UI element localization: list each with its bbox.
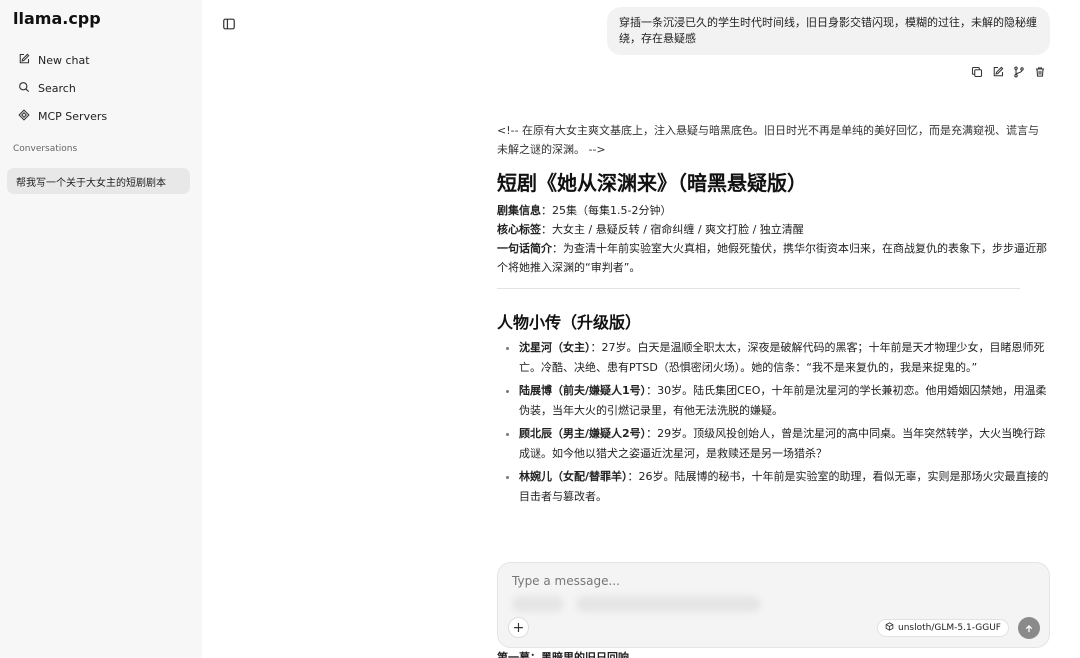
message-actions [971,63,1046,78]
assistant-title: 短剧《她从深渊来》（暗黑悬疑版） [497,171,807,195]
model-name: unsloth/GLM-5.1-GGUF [898,623,1001,633]
edit-icon [18,53,30,68]
meta-label: 剧集信息 [497,204,541,217]
meta-label: 一句话简介 [497,242,552,255]
character-name: 顾北辰（男主/嫌疑人2号） [519,427,647,440]
new-chat-button[interactable]: New chat [12,46,190,74]
send-button[interactable] [1018,617,1040,639]
mcp-servers-button[interactable]: MCP Servers [12,102,190,130]
series-meta: 剧集信息：25集（每集1.5-2分钟） 核心标签：大女主 / 悬疑反转 / 宿命… [497,201,1050,277]
conversation-item[interactable]: 帮我写一个关于大女主的短剧剧本 [7,168,190,194]
list-item: 顾北辰（男主/嫌疑人2号）：29岁。顶级风投创始人，曾是沈星河的高中同桌。当年突… [497,424,1050,464]
copy-icon[interactable] [971,63,983,78]
user-message-bubble: 穿插一条沉浸已久的学生时代时间线，旧日身影交错闪现，模糊的过往，未解的隐秘缠绕，… [607,7,1050,55]
character-name: 陆展博（前夫/嫌疑人1号） [519,384,647,397]
partially-visible-heading: 第一幕：黑暗里的旧日回响 [497,651,629,658]
list-item: 林婉儿（女配/替罪羊）：26岁。陆展博的秘书，十年前是实验室的助理，看似无辜，实… [497,467,1050,507]
list-item: 沈星河（女主）：27岁。白天是温顺全职太太，深夜是破解代码的黑客；十年前是天才物… [497,338,1050,378]
app-title: llama.cpp [13,9,101,28]
attach-button[interactable]: + [508,617,529,638]
message-input[interactable] [512,574,1032,588]
search-icon [18,81,30,96]
sidebar: llama.cpp New chat Search MCP Servers Co… [0,0,202,658]
branch-icon[interactable] [1013,63,1025,78]
mcp-servers-label: MCP Servers [38,109,108,123]
meta-line: 一句话简介：为查清十年前实验室大火真相，她假死蛰伏，携华尔街资本归来，在商战复仇… [497,239,1050,277]
meta-label: 核心标签 [497,223,541,236]
character-list: 沈星河（女主）：27岁。白天是温顺全职太太，深夜是破解代码的黑客；十年前是天才物… [497,338,1050,507]
edit-icon[interactable] [992,63,1004,77]
conversations-section-label: Conversations [13,144,78,154]
message-composer: + unsloth/GLM-5.1-GGUF [497,562,1050,648]
divider [497,288,1020,289]
chat-area: 穿插一条沉浸已久的学生时代时间线，旧日身影交错闪现，模糊的过往，未解的隐秘缠绕，… [497,0,1050,658]
meta-line: 剧集信息：25集（每集1.5-2分钟） [497,201,1050,220]
meta-value: ：25集（每集1.5-2分钟） [541,204,672,217]
character-name: 林婉儿（女配/替罪羊） [519,470,628,483]
sidebar-panel-icon [222,16,236,35]
blurred-placeholder [576,596,761,612]
trash-icon[interactable] [1034,63,1046,77]
search-button[interactable]: Search [12,74,190,102]
list-item: 陆展博（前夫/嫌疑人1号）：30岁。陆氏集团CEO，十年前是沈星河的学长兼初恋。… [497,381,1050,421]
assistant-comment: <!-- 在原有大女主爽文基底上，注入悬疑与暗黑底色。旧日时光不再是单纯的美好回… [497,124,1040,156]
character-name: 沈星河（女主） [519,341,591,354]
sidebar-toggle-button[interactable] [222,16,236,30]
assistant-message: <!-- 在原有大女主爽文基底上，注入悬疑与暗黑底色。旧日时光不再是单纯的美好回… [497,121,1050,510]
meta-value: ：为查清十年前实验室大火真相，她假死蛰伏，携华尔街资本归来，在商战复仇的表象下，… [497,242,1047,274]
mcp-icon [18,108,30,124]
section-title: 人物小传（升级版） [497,313,642,332]
cube-icon [885,622,894,634]
blurred-placeholder [512,596,564,612]
search-label: Search [38,81,76,95]
new-chat-label: New chat [38,53,90,67]
meta-value: ：大女主 / 悬疑反转 / 宿命纠缠 / 爽文打脸 / 独立清醒 [541,223,804,236]
character-desc: ：27岁。白天是温顺全职太太，深夜是破解代码的黑客；十年前是天才物理少女，目睹恩… [519,341,1045,374]
meta-line: 核心标签：大女主 / 悬疑反转 / 宿命纠缠 / 爽文打脸 / 独立清醒 [497,220,1050,239]
arrow-up-icon [1024,619,1034,638]
model-selector[interactable]: unsloth/GLM-5.1-GGUF [877,619,1009,637]
sidebar-nav: New chat Search MCP Servers [12,46,190,130]
